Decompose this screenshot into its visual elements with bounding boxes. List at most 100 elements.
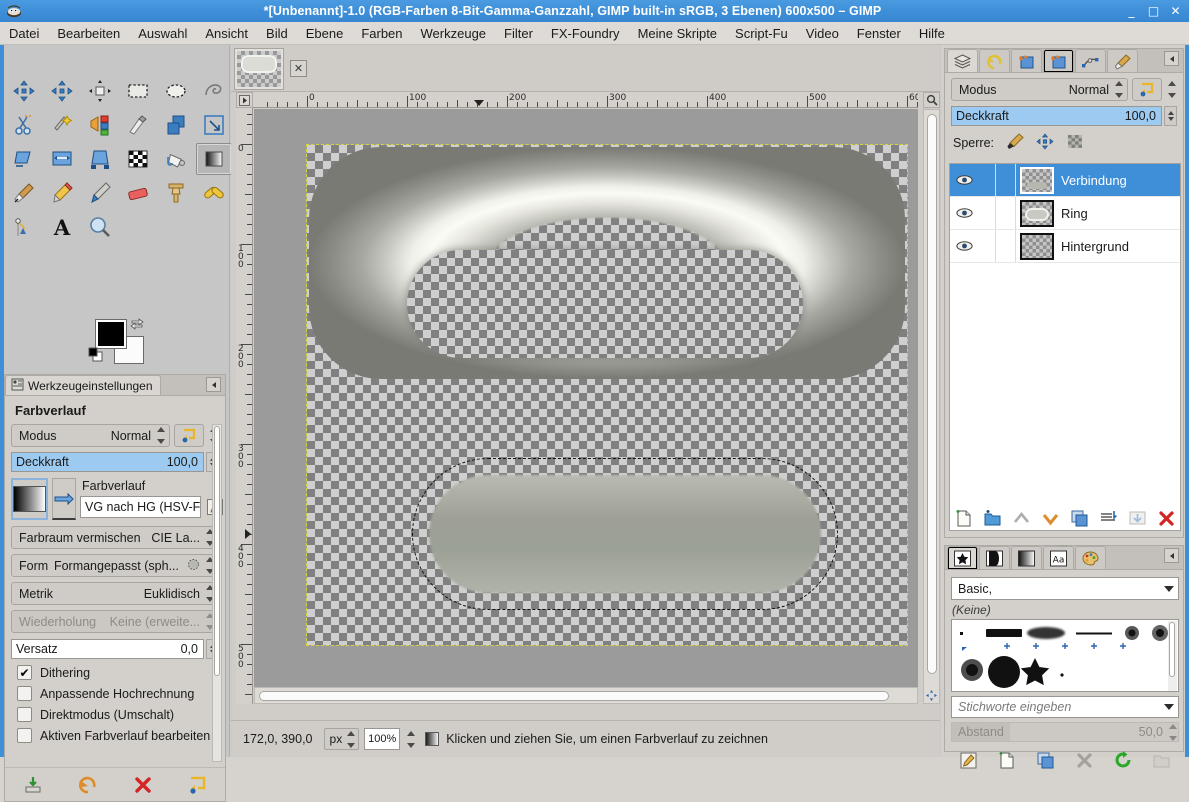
anchor-layer-button[interactable] xyxy=(1125,506,1150,530)
chevron-down-icon[interactable] xyxy=(1164,704,1174,710)
layer-mode-reset-button[interactable] xyxy=(1132,78,1162,101)
delete-layer-button[interactable] xyxy=(1154,506,1179,530)
opacity-slider[interactable]: Deckkraft 100,0 xyxy=(11,452,204,472)
brush-grid[interactable] xyxy=(951,619,1179,692)
text-tool[interactable]: A xyxy=(44,211,80,243)
lock-pixels-icon[interactable] xyxy=(1006,133,1024,153)
layer-row-verbindung[interactable]: Verbindung xyxy=(950,164,1180,197)
save-tool-preset-icon[interactable] xyxy=(20,773,46,797)
new-layer-button[interactable] xyxy=(951,506,976,530)
gradient-tool[interactable] xyxy=(196,143,232,175)
merge-down-button[interactable] xyxy=(1096,506,1121,530)
channels-tab[interactable] xyxy=(1011,49,1042,72)
minimize-button[interactable]: _ xyxy=(1122,3,1141,20)
layers-tab[interactable] xyxy=(947,49,978,72)
move-all-tool[interactable] xyxy=(6,75,42,107)
pointer-tab[interactable] xyxy=(1075,49,1106,72)
gradient-preview[interactable] xyxy=(11,478,48,520)
layer-mode-extra-spin-icon[interactable] xyxy=(1166,81,1177,98)
edit-brush-button[interactable] xyxy=(956,748,981,772)
clone-tool[interactable] xyxy=(158,177,194,209)
new-brush-button[interactable] xyxy=(994,748,1019,772)
reset-mode-button[interactable] xyxy=(174,424,204,447)
menu-filter[interactable]: Filter xyxy=(495,23,542,44)
menu-ebene[interactable]: Ebene xyxy=(297,23,353,44)
new-layer-group-button[interactable] xyxy=(980,506,1005,530)
menu-hilfe[interactable]: Hilfe xyxy=(910,23,954,44)
image-thumbnail-tab[interactable] xyxy=(234,48,284,90)
flip-tool[interactable] xyxy=(82,143,118,175)
metric-combo[interactable]: Metrik Euklidisch xyxy=(11,582,219,605)
fuzzy-select-tool[interactable] xyxy=(44,109,80,141)
lower-layer-button[interactable] xyxy=(1038,506,1063,530)
close-image-tab-button[interactable]: ✕ xyxy=(290,60,307,77)
free-select-tool[interactable] xyxy=(196,75,232,107)
rectangle-select-tool[interactable] xyxy=(120,75,156,107)
scissors-select-tool[interactable] xyxy=(6,109,42,141)
brush-tag-input[interactable]: Stichworte eingeben xyxy=(951,696,1179,718)
undo-history-tab[interactable] xyxy=(979,49,1010,72)
maximize-button[interactable]: □ xyxy=(1144,3,1163,20)
gradients-tab[interactable] xyxy=(1011,546,1042,569)
checkbox-dithering[interactable]: ✔ Dithering xyxy=(17,665,219,680)
canvas-viewport[interactable] xyxy=(254,109,918,704)
chevron-down-icon[interactable] xyxy=(1164,586,1174,592)
reset-tool-options-icon[interactable] xyxy=(185,773,211,797)
duplicate-brush-button[interactable] xyxy=(1033,748,1058,772)
shape-combo[interactable]: Form Formangepasst (sph... xyxy=(11,554,219,577)
paths-tool[interactable] xyxy=(6,211,42,243)
unit-spin-icon[interactable] xyxy=(345,731,356,748)
brush-grid-scrollbar[interactable] xyxy=(1168,621,1177,692)
shear-tool[interactable] xyxy=(6,143,42,175)
ellipse-select-tool[interactable] xyxy=(158,75,194,107)
ruler-unit-corner[interactable] xyxy=(236,92,253,108)
layer-opacity-slider[interactable]: Deckkraft 100,0 xyxy=(951,106,1162,126)
vertical-ruler[interactable]: 0100200300400500 xyxy=(236,108,253,704)
scale-tool[interactable] xyxy=(196,109,232,141)
reset-colors-icon[interactable] xyxy=(88,347,104,363)
open-brush-folder-button[interactable] xyxy=(1149,748,1174,772)
offset-slider[interactable]: Versatz 0,0 xyxy=(11,639,204,659)
unit-selector[interactable]: px xyxy=(324,728,360,750)
reverse-gradient-icon[interactable] xyxy=(52,478,76,520)
instant-mode-checkbox[interactable] xyxy=(17,707,32,722)
layer-visibility-eye-icon[interactable] xyxy=(950,174,978,186)
swap-colors-icon[interactable] xyxy=(130,317,144,331)
layer-mode-spin-icon[interactable] xyxy=(1113,81,1124,98)
tab-tool-options[interactable]: Werkzeugeinstellungen xyxy=(5,375,161,395)
brush-filter-combo[interactable]: Basic, xyxy=(951,577,1179,600)
checkerboard-tool[interactable] xyxy=(120,143,156,175)
mode-combo[interactable]: Modus Normal xyxy=(11,424,170,447)
tool-options-scrollbar[interactable] xyxy=(212,424,222,762)
crop-tool[interactable] xyxy=(158,109,194,141)
paths-tab[interactable] xyxy=(1043,49,1074,72)
navigate-canvas-icon[interactable] xyxy=(923,687,940,704)
pencil-tool[interactable] xyxy=(44,177,80,209)
brushes-tab[interactable] xyxy=(947,546,978,569)
menu-fx-foundry[interactable]: FX-Foundry xyxy=(542,23,629,44)
lock-position-icon[interactable] xyxy=(1036,133,1054,153)
dithering-checkbox[interactable]: ✔ xyxy=(17,665,32,680)
layer-list[interactable]: Verbindung Ring Hintergrund xyxy=(949,163,1181,531)
foreground-select-tool[interactable] xyxy=(120,109,156,141)
canvas-horizontal-scrollbar[interactable] xyxy=(254,687,918,704)
menu-bild[interactable]: Bild xyxy=(257,23,297,44)
align-tool[interactable] xyxy=(82,75,118,107)
raise-layer-button[interactable] xyxy=(1009,506,1034,530)
refresh-brushes-button[interactable] xyxy=(1110,748,1135,772)
horizontal-ruler[interactable]: 0100200300400500600 xyxy=(253,92,918,108)
checkbox-supersampling[interactable]: Anpassende Hochrechnung xyxy=(17,686,219,701)
layer-opacity-spin-icon[interactable] xyxy=(1164,106,1177,126)
layer-row-ring[interactable]: Ring xyxy=(950,197,1180,230)
delete-brush-button[interactable] xyxy=(1072,748,1097,772)
ink-tool[interactable] xyxy=(82,177,118,209)
move-tool[interactable] xyxy=(44,75,80,107)
layer-visibility-eye-icon[interactable] xyxy=(950,207,978,219)
menu-fenster[interactable]: Fenster xyxy=(848,23,910,44)
patterns-tab[interactable] xyxy=(979,546,1010,569)
menu-meine-skripte[interactable]: Meine Skripte xyxy=(629,23,726,44)
menu-auswahl[interactable]: Auswahl xyxy=(129,23,196,44)
menu-werkzeuge[interactable]: Werkzeuge xyxy=(412,23,496,44)
palettes-tab[interactable] xyxy=(1075,546,1106,569)
zoom-tool[interactable] xyxy=(82,211,118,243)
